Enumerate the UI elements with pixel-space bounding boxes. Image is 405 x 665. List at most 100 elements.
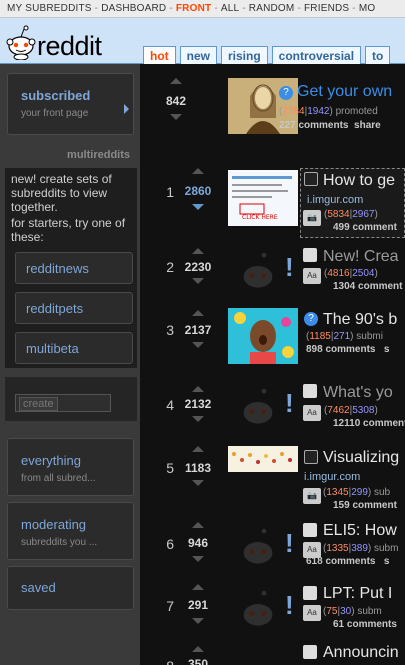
topbar-dashboard[interactable]: DASHBOARD — [101, 3, 166, 14]
post-title[interactable]: Visualizing — [323, 449, 399, 467]
multi-item-redditpets[interactable]: redditpets — [15, 292, 133, 324]
comments-link[interactable]: 898 comments s — [306, 344, 389, 355]
create-button[interactable]: create — [19, 397, 58, 411]
thumbnail-visualization[interactable] — [228, 446, 298, 472]
post-title[interactable]: Get your own — [297, 83, 392, 101]
upvote-arrow[interactable] — [192, 386, 204, 392]
post-domain[interactable]: i.imgur.com — [304, 471, 360, 483]
tab-new[interactable]: new — [179, 46, 217, 64]
upvote-count: 2784 — [282, 106, 305, 117]
self-post-thumbnail[interactable] — [228, 582, 288, 638]
downvote-arrow[interactable] — [170, 114, 182, 120]
reddit-wordmark[interactable]: reddit — [37, 31, 102, 62]
upvote-arrow[interactable] — [192, 584, 204, 590]
post-title[interactable]: LPT: Put I — [323, 585, 392, 603]
downvote-arrow[interactable] — [192, 618, 204, 624]
submitted-label: sub — [374, 487, 391, 498]
rank-number: 1 — [166, 184, 174, 200]
app-window: MY SUBREDDITS - DASHBOARD - FRONT - ALL - RANDOM… — [0, 0, 405, 665]
rank-number: 4 — [166, 397, 174, 413]
upvote-arrow[interactable] — [192, 168, 204, 174]
thumbnail-fresh-prince[interactable] — [228, 308, 298, 364]
share-link[interactable]: s — [384, 344, 390, 355]
subscribed-title: subscribed — [21, 88, 91, 103]
score: 291 — [187, 598, 209, 612]
thumbnail-screenshot[interactable]: CLICK HERE — [228, 170, 298, 226]
rank-number: 2 — [166, 259, 174, 275]
self-post-thumbnail[interactable] — [228, 244, 288, 300]
post-domain[interactable]: i.imgur.com — [307, 194, 363, 206]
post-title[interactable]: What's yo — [323, 384, 393, 402]
topbar-more[interactable]: MO — [359, 3, 376, 14]
chat-icon — [303, 586, 317, 600]
upvote-arrow[interactable] — [192, 248, 204, 254]
score: 2137 — [184, 323, 212, 337]
subscribed-subtitle: your front page — [21, 108, 89, 119]
comments-link[interactable]: 499 comment — [333, 222, 397, 233]
submitted-label: submi — [356, 331, 383, 342]
post-title[interactable]: How to ge — [323, 172, 395, 190]
vote-breakdown: (1345|299) sub — [323, 487, 391, 498]
create-multi-input[interactable]: create — [15, 394, 111, 412]
help-icon: ? — [279, 86, 293, 100]
topbar-friends[interactable]: FRIENDS — [304, 3, 349, 14]
self-post-marker-icon: ! — [285, 252, 294, 282]
submitted-label: subm — [357, 606, 382, 617]
tab-top[interactable]: to — [365, 46, 391, 64]
reddit-alien-logo[interactable] — [6, 24, 36, 60]
multi-item-redditnews[interactable]: redditnews — [15, 252, 133, 284]
everything-item[interactable]: everything from all subred... — [7, 438, 134, 496]
tab-hot[interactable]: hot — [143, 46, 176, 64]
everything-subtitle: from all subred... — [21, 473, 96, 484]
alien-watermark-icon — [243, 528, 273, 564]
self-post-thumbnail[interactable] — [228, 380, 288, 436]
subscribed-item[interactable]: subscribed your front page — [7, 73, 134, 135]
topbar-front[interactable]: FRONT — [176, 3, 211, 14]
topbar-random[interactable]: RANDOM — [249, 3, 295, 14]
text-expando-button[interactable]: Aa — [303, 268, 321, 284]
upvote-arrow[interactable] — [192, 522, 204, 528]
camera-icon[interactable]: 📷 — [303, 210, 321, 226]
downvote-arrow[interactable] — [192, 480, 204, 486]
text-expando-button[interactable]: Aa — [303, 605, 321, 621]
multi-item-multibeta[interactable]: multibeta — [15, 332, 133, 364]
upvote-arrow[interactable] — [192, 646, 204, 652]
comments-link[interactable]: 159 comment — [333, 500, 397, 511]
tab-rising[interactable]: rising — [221, 46, 268, 64]
comments-link[interactable]: 618 comments s — [306, 556, 389, 567]
topbar-separator: - — [297, 3, 301, 14]
downvote-arrow[interactable] — [192, 278, 204, 284]
moderating-item[interactable]: moderating subreddits you ... — [7, 502, 134, 560]
vote-breakdown: (5834|2967) — [324, 209, 378, 220]
tab-controversial[interactable]: controversial — [271, 46, 362, 64]
downvote-count: 271 — [333, 331, 351, 342]
share-link[interactable]: share — [354, 120, 381, 131]
upvote-arrow[interactable] — [170, 78, 182, 84]
text-expando-button[interactable]: Aa — [303, 405, 321, 421]
downvote-arrow[interactable] — [192, 342, 204, 348]
downvote-arrow[interactable] — [192, 416, 204, 422]
comments-link[interactable]: 12110 comment — [333, 418, 405, 429]
post-title[interactable]: New! Crea — [323, 248, 399, 266]
topbar-my-subreddits[interactable]: MY SUBREDDITS — [7, 3, 92, 14]
post-title[interactable]: The 90's b — [323, 311, 397, 329]
comments-link[interactable]: 227 comments share — [279, 120, 381, 131]
post-title[interactable]: ELI5: How — [323, 522, 397, 540]
camera-icon[interactable]: 📷 — [303, 488, 321, 504]
vote-breakdown: (2784|1942) promoted — [279, 106, 378, 117]
link-row: 842 ? Get your own (2784|1942) promoted … — [140, 70, 405, 142]
self-post-thumbnail[interactable] — [228, 520, 288, 576]
topbar-all[interactable]: ALL — [221, 3, 239, 14]
post-title[interactable]: Announcin — [323, 644, 399, 662]
share-link[interactable]: s — [384, 556, 390, 567]
link-row: 7 291 ! LPT: Put I Aa (75|30) subm 61 co… — [140, 582, 405, 642]
submitted-label: subm — [374, 543, 399, 554]
multi-item-label: multibeta — [26, 341, 79, 356]
comments-link[interactable]: 61 comments — [333, 619, 397, 630]
saved-item[interactable]: saved — [7, 566, 134, 610]
comments-link[interactable]: 1304 comment — [333, 281, 402, 292]
upvote-arrow[interactable] — [192, 446, 204, 452]
downvote-arrow[interactable] — [192, 556, 204, 562]
downvote-arrow[interactable] — [192, 204, 204, 210]
upvote-arrow[interactable] — [192, 310, 204, 316]
